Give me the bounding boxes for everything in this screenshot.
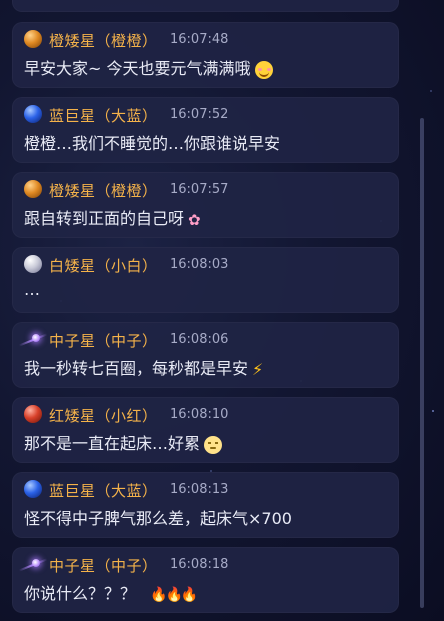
edge-dot [432, 410, 434, 412]
chat-message: 中子星（中子） 16:08:06 我一秒转七百圈，每秒都是早安 ⚡ [12, 322, 399, 388]
message-time: 16:07:48 [170, 32, 229, 47]
chat-message: 橙矮星（橙橙） 16:07:57 跟自转到正面的自己呀 ✿ [12, 172, 399, 238]
message-text: 我一秒转七百圈，每秒都是早安 [24, 359, 249, 378]
message-text-row: 橙橙…我们不睡觉的…你跟谁说早安 [24, 130, 280, 154]
message-text-row: 我一秒转七百圈，每秒都是早安 ⚡ [24, 355, 263, 379]
neutron-star-avatar[interactable] [18, 555, 48, 573]
sleepy-face-emoji [204, 435, 223, 454]
neutron-star-avatar[interactable] [18, 330, 48, 348]
sender-name: 橙矮星（橙橙） [49, 32, 158, 50]
sender-name: 中子星（中子） [49, 332, 158, 350]
message-time: 16:08:06 [170, 332, 229, 347]
fire-emoji-x3: 🔥🔥🔥 [150, 586, 198, 603]
message-text-row: 怪不得中子脾气那么差，起床气×700 [24, 505, 292, 529]
blue-giant-avatar[interactable] [24, 105, 42, 123]
message-text: 跟自转到正面的自己呀 [24, 209, 185, 228]
message-text: 那不是一直在起床…好累 [24, 434, 201, 453]
chat-feed[interactable]: 橙矮星（橙橙） 16:07:48 早安大家~ 今天也要元气满满哦 蓝巨星（大蓝）… [12, 0, 399, 621]
lightning-emoji: ⚡ [252, 360, 264, 379]
chat-message: 蓝巨星（大蓝） 16:07:52 橙橙…我们不睡觉的…你跟谁说早安 [12, 97, 399, 163]
sender-name: 橙矮星（橙橙） [49, 182, 158, 200]
previous-message-card [12, 0, 399, 12]
chat-message: 中子星（中子） 16:08:18 你说什么？？？ 🔥🔥🔥 [12, 547, 399, 613]
smiling-face-emoji [254, 60, 273, 79]
message-time: 16:07:57 [170, 182, 229, 197]
message-time: 16:08:18 [170, 557, 229, 572]
chat-message: 白矮星（小白） 16:08:03 … [12, 247, 399, 313]
red-dwarf-avatar[interactable] [24, 405, 42, 423]
message-text: 你说什么？？？ [24, 584, 137, 603]
message-text: … [24, 280, 40, 299]
message-text-row: … [24, 280, 40, 299]
orange-dwarf-avatar[interactable] [24, 30, 42, 48]
message-time: 16:08:03 [170, 257, 229, 272]
message-text: 橙橙…我们不睡觉的…你跟谁说早安 [24, 134, 281, 153]
message-text-row: 早安大家~ 今天也要元气满满哦 [24, 55, 273, 79]
feed-scrollbar[interactable] [420, 118, 424, 608]
blossom-emoji: ✿ [188, 210, 201, 229]
message-text-row: 那不是一直在起床…好累 [24, 430, 223, 454]
sender-name: 红矮星（小红） [49, 407, 158, 425]
white-dwarf-avatar[interactable] [24, 255, 42, 273]
message-text: 早安大家~ 今天也要元气满满哦 [24, 59, 251, 78]
sender-name: 中子星（中子） [49, 557, 158, 575]
chat-message: 蓝巨星（大蓝） 16:08:13 怪不得中子脾气那么差，起床气×700 [12, 472, 399, 538]
message-time: 16:07:52 [170, 107, 229, 122]
message-time: 16:08:10 [170, 407, 229, 422]
message-text-row: 跟自转到正面的自己呀 ✿ [24, 205, 201, 229]
sender-name: 蓝巨星（大蓝） [49, 482, 158, 500]
message-text-row: 你说什么？？？ 🔥🔥🔥 [24, 580, 198, 604]
blue-giant-avatar[interactable] [24, 480, 42, 498]
sender-name: 白矮星（小白） [49, 257, 158, 275]
chat-message: 橙矮星（橙橙） 16:07:48 早安大家~ 今天也要元气满满哦 [12, 22, 399, 88]
sender-name: 蓝巨星（大蓝） [49, 107, 158, 125]
message-time: 16:08:13 [170, 482, 229, 497]
message-text: 怪不得中子脾气那么差，起床气×700 [24, 509, 292, 528]
chat-message: 红矮星（小红） 16:08:10 那不是一直在起床…好累 [12, 397, 399, 463]
orange-dwarf-avatar[interactable] [24, 180, 42, 198]
